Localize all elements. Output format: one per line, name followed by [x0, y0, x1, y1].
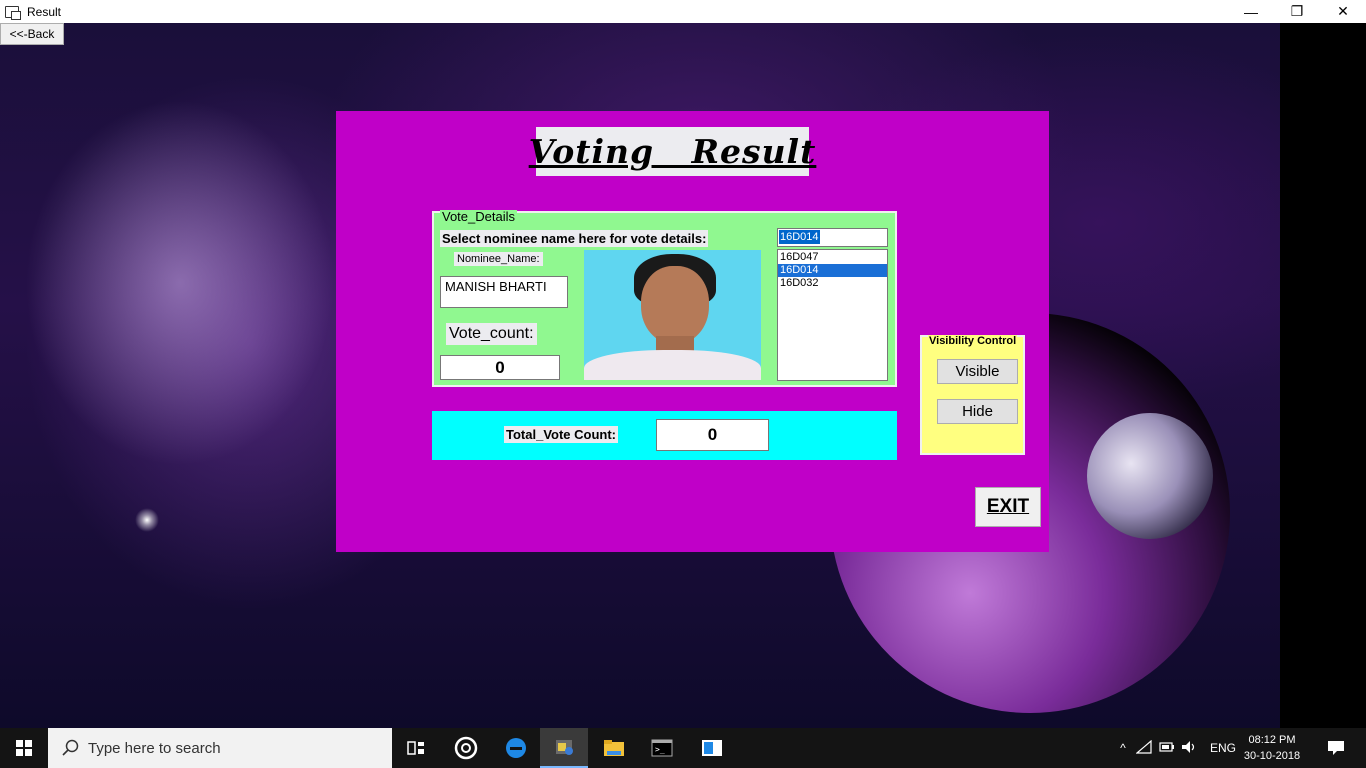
nominee-name-label: Nominee_Name:: [454, 252, 543, 266]
search-placeholder: Type here to search: [88, 739, 221, 757]
total-vote-bar: Total_Vote Count: 0: [432, 411, 897, 460]
total-vote-label: Total_Vote Count:: [504, 426, 619, 443]
cortana-icon[interactable]: [442, 728, 490, 768]
svg-text:>_: >_: [655, 745, 665, 754]
combo-selected-value: 16D014: [779, 230, 820, 244]
total-vote-field[interactable]: 0: [656, 419, 769, 451]
list-item[interactable]: 16D032: [778, 277, 887, 290]
back-button[interactable]: <<-Back: [0, 23, 64, 45]
photo-face: [641, 266, 709, 344]
nominee-combo-box[interactable]: 16D014: [777, 228, 888, 247]
clock-date: 30-10-2018: [1243, 750, 1301, 762]
edge-browser-icon[interactable]: [492, 728, 540, 768]
vote-count-field[interactable]: 0: [440, 355, 560, 380]
hide-button[interactable]: Hide: [937, 399, 1018, 424]
nominee-photo: [584, 250, 761, 380]
vb-app-icon[interactable]: [540, 728, 588, 768]
action-center-icon[interactable]: [1312, 728, 1360, 768]
minimize-button[interactable]: —: [1228, 0, 1274, 23]
close-button[interactable]: ✕: [1320, 0, 1366, 23]
taskbar: Type here to search >_ ^ ENG 08:12 PM 30…: [0, 728, 1366, 768]
select-nominee-label: Select nominee name here for vote detail…: [440, 230, 709, 247]
vote-count-label: Vote_count:: [446, 323, 537, 345]
command-prompt-icon[interactable]: >_: [638, 728, 686, 768]
clock-time: 08:12 PM: [1248, 734, 1296, 746]
volume-icon[interactable]: [1178, 740, 1200, 757]
network-icon[interactable]: [1132, 739, 1156, 757]
show-hidden-icons-icon[interactable]: ^: [1114, 741, 1132, 755]
vote-details-group: Vote_Details Select nominee name here fo…: [432, 209, 897, 387]
visible-button[interactable]: Visible: [937, 359, 1018, 384]
system-tray: ^ ENG: [1114, 728, 1236, 768]
nominee-name-field[interactable]: MANISH BHARTI: [440, 276, 568, 308]
window-app-icon[interactable]: [688, 728, 736, 768]
exit-button[interactable]: EXIT: [975, 487, 1041, 527]
file-explorer-icon[interactable]: [590, 728, 638, 768]
nominee-list-box[interactable]: 16D047 16D014 16D032: [777, 249, 888, 381]
background-edge: [1280, 23, 1366, 728]
taskbar-clock[interactable]: 08:12 PM 30-10-2018: [1240, 732, 1304, 764]
list-item-selected[interactable]: 16D014: [778, 264, 887, 277]
visibility-control-group: Visibility Control Visible Hide: [920, 335, 1025, 455]
result-panel: Voting Result Vote_Details Select nomine…: [336, 111, 1049, 552]
search-icon: [62, 739, 79, 756]
star-glow: [135, 508, 159, 532]
visibility-control-legend: Visibility Control: [928, 335, 1018, 347]
photo-shirt: [584, 350, 761, 380]
heading-box: Voting Result: [529, 127, 815, 176]
maximize-button[interactable]: ❐: [1274, 0, 1320, 23]
task-view-icon[interactable]: [392, 728, 440, 768]
start-button[interactable]: [0, 728, 48, 768]
moon-image: [1087, 413, 1213, 539]
language-indicator[interactable]: ENG: [1210, 741, 1236, 755]
window-titlebar: Result — ❐ ✕: [0, 0, 1366, 23]
vote-details-legend: Vote_Details: [440, 209, 517, 224]
window-title: Result: [27, 4, 62, 19]
battery-icon[interactable]: [1156, 741, 1178, 756]
taskbar-search[interactable]: Type here to search: [48, 728, 392, 768]
page-title: Voting Result: [528, 132, 817, 171]
window-controls: — ❐ ✕: [1228, 0, 1366, 23]
app-window-icon: [5, 5, 21, 20]
list-item[interactable]: 16D047: [778, 251, 887, 264]
windows-logo-icon: [16, 740, 32, 756]
